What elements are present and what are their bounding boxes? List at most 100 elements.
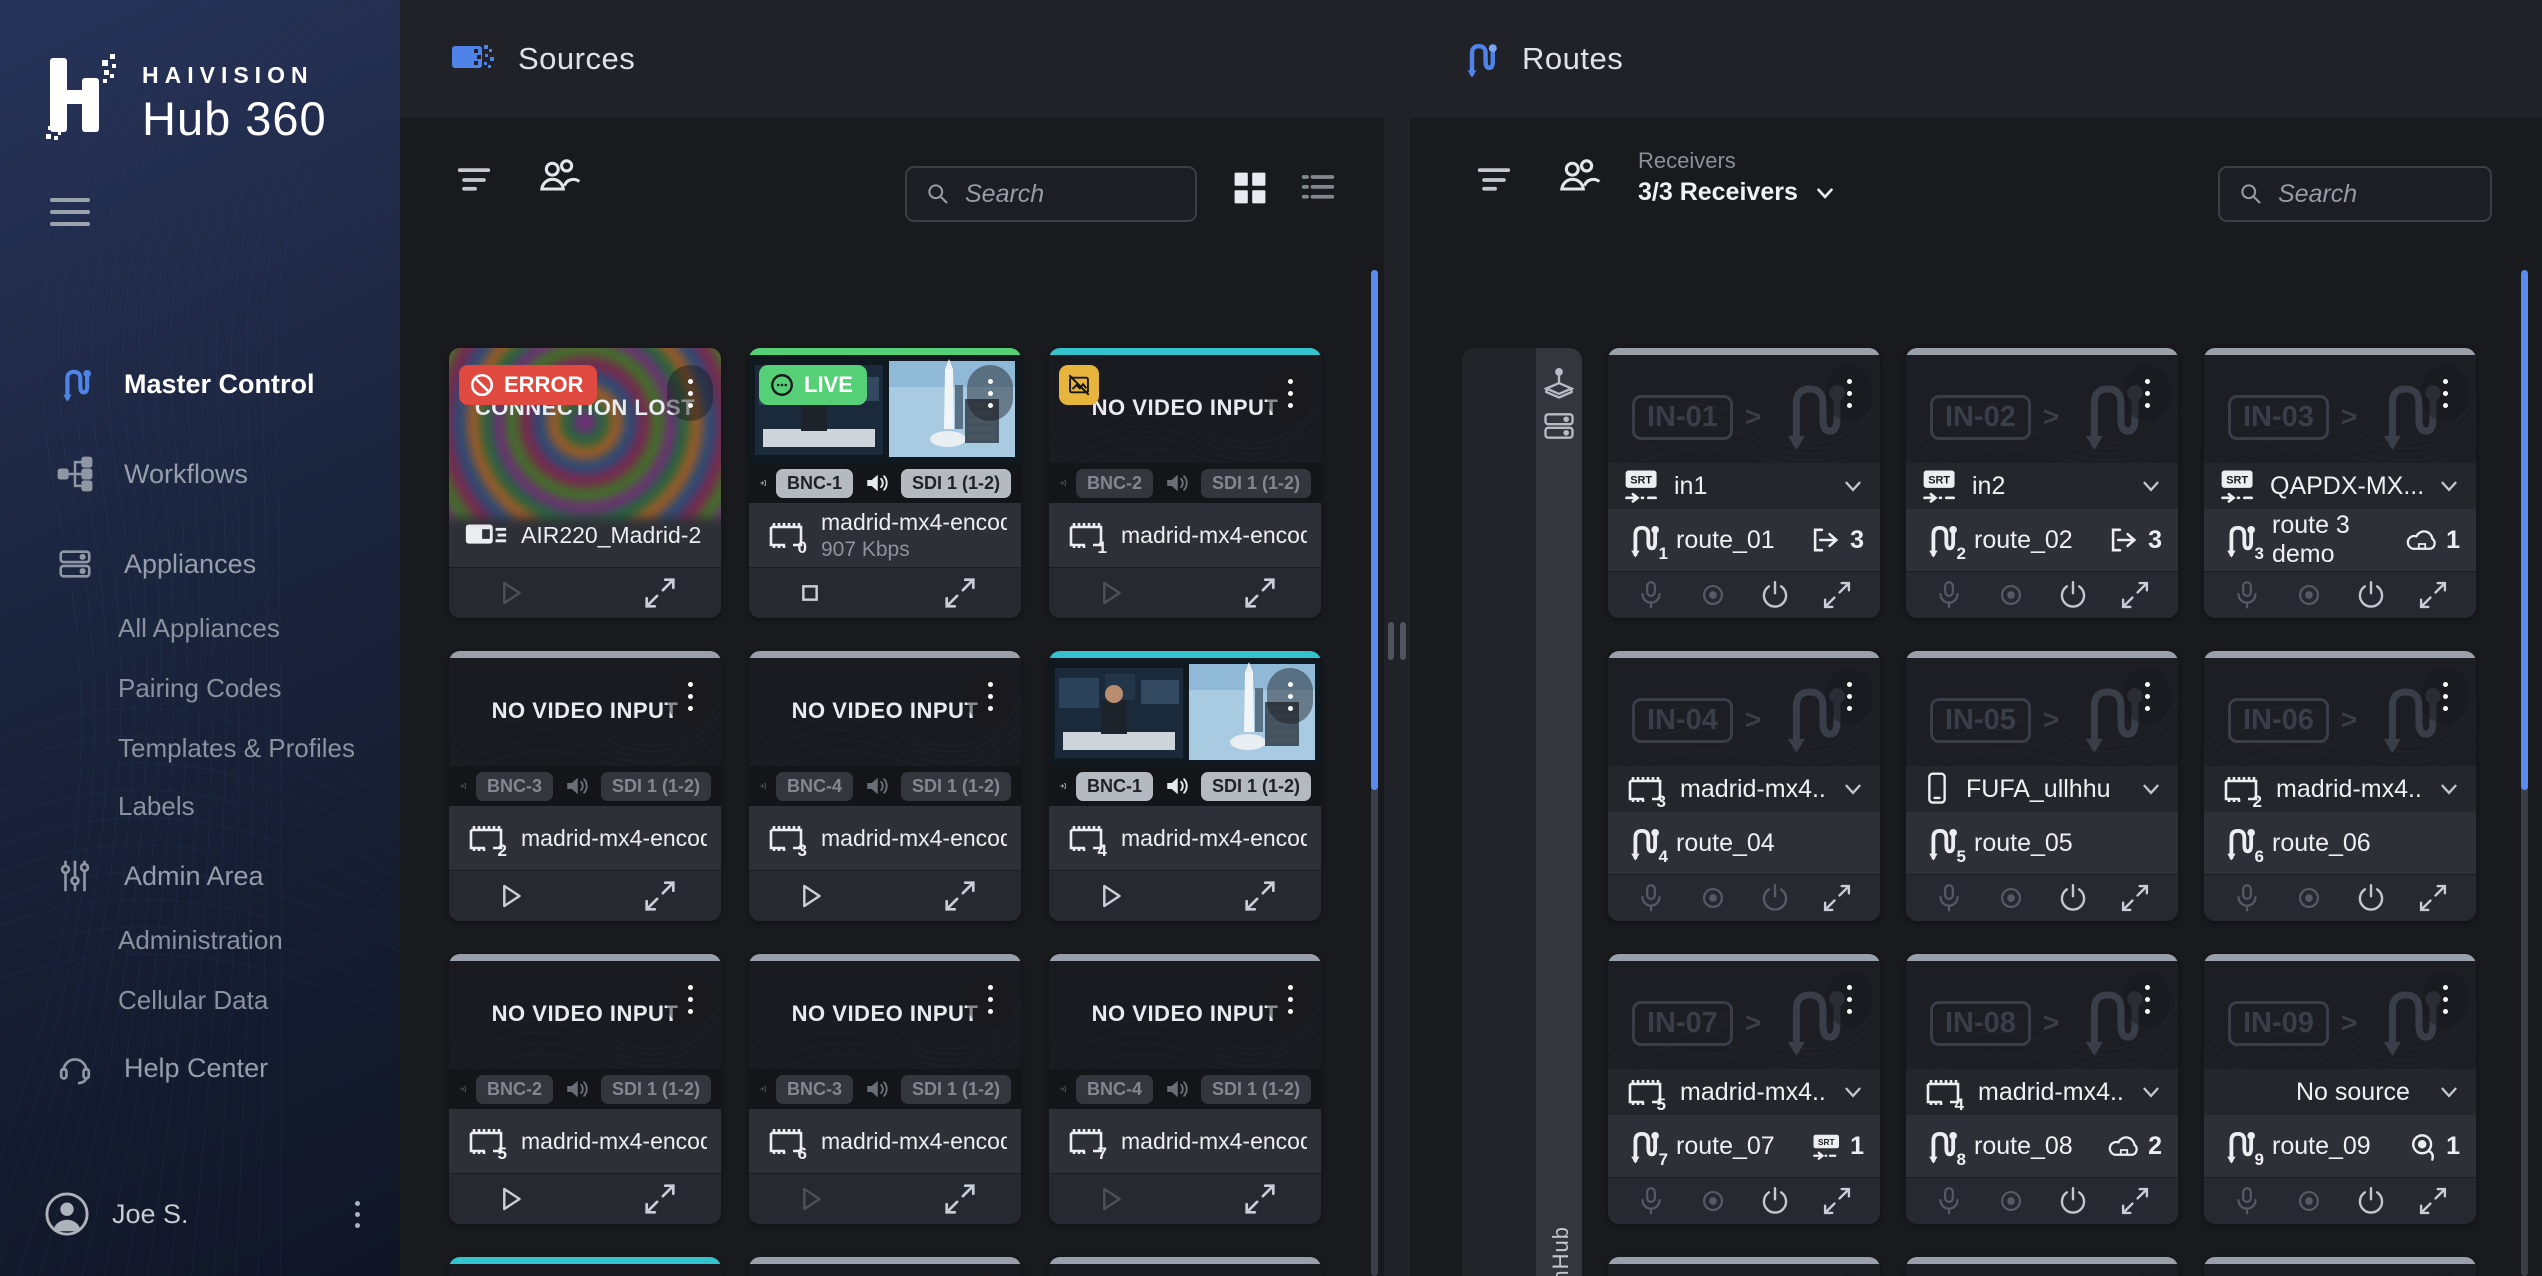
- card-menu-button[interactable]: [667, 668, 713, 724]
- mic-button[interactable]: [1932, 1184, 1966, 1218]
- source-selector[interactable]: 2 madrid-mx4...: [2204, 766, 2476, 812]
- card-menu-button[interactable]: [667, 971, 713, 1027]
- power-button[interactable]: [1758, 881, 1792, 915]
- expand-button[interactable]: [2118, 578, 2152, 612]
- grid-view-icon[interactable]: [1228, 166, 1272, 210]
- expand-button[interactable]: [941, 877, 979, 915]
- play-button[interactable]: [491, 1180, 529, 1218]
- source-card[interactable]: NO VIDEO INPUT BNC-3 SDI 1 (1-2) 6 madri…: [749, 954, 1021, 1224]
- power-button[interactable]: [2056, 1184, 2090, 1218]
- play-button[interactable]: [791, 877, 829, 915]
- route-card-partial[interactable]: [1608, 1257, 1880, 1276]
- sources-filter-icon[interactable]: [452, 158, 496, 202]
- source-selector[interactable]: No source: [2204, 1069, 2476, 1115]
- power-button[interactable]: [1758, 578, 1792, 612]
- play-button[interactable]: [1091, 574, 1129, 612]
- source-card-partial[interactable]: [749, 1257, 1021, 1276]
- power-button[interactable]: [2056, 881, 2090, 915]
- card-menu-button[interactable]: [1826, 971, 1872, 1027]
- record-button[interactable]: [1994, 1184, 2028, 1218]
- sidebar-item-help-center[interactable]: Help Center: [0, 1044, 400, 1092]
- chevron-down-icon[interactable]: [2138, 1079, 2164, 1105]
- chevron-down-icon[interactable]: [2436, 1079, 2462, 1105]
- record-button[interactable]: [1696, 578, 1730, 612]
- expand-button[interactable]: [1820, 578, 1854, 612]
- card-menu-button[interactable]: [967, 365, 1013, 421]
- route-card[interactable]: IN-09 > No source 9 route_091: [2204, 954, 2476, 1224]
- power-button[interactable]: [2056, 578, 2090, 612]
- mic-button[interactable]: [1634, 881, 1668, 915]
- mic-button[interactable]: [2230, 881, 2264, 915]
- mic-button[interactable]: [2230, 1184, 2264, 1218]
- card-menu-button[interactable]: [2422, 668, 2468, 724]
- expand-button[interactable]: [641, 877, 679, 915]
- routes-search-input[interactable]: [2278, 180, 2474, 209]
- server-icon[interactable]: [1541, 408, 1577, 444]
- stop-button[interactable]: [791, 574, 829, 612]
- record-button[interactable]: [2292, 881, 2326, 915]
- expand-button[interactable]: [1820, 1184, 1854, 1218]
- chevron-down-icon[interactable]: [2138, 473, 2164, 499]
- expand-button[interactable]: [1820, 881, 1854, 915]
- sidebar-item-cellular-data[interactable]: Cellular Data: [0, 976, 400, 1024]
- user-menu-button[interactable]: [351, 1197, 364, 1232]
- source-card[interactable]: NO VIDEO INPUT BNC-2 SDI 1 (1-2) 1 madri…: [1049, 348, 1321, 618]
- route-card[interactable]: IN-07 > 5 madrid-mx4... 7 route_07SRT1: [1608, 954, 1880, 1224]
- expand-button[interactable]: [2416, 1184, 2450, 1218]
- source-selector[interactable]: SRT in1: [1608, 463, 1880, 509]
- power-button[interactable]: [2354, 881, 2388, 915]
- expand-button[interactable]: [941, 1180, 979, 1218]
- record-button[interactable]: [1696, 881, 1730, 915]
- expand-button[interactable]: [2416, 881, 2450, 915]
- power-button[interactable]: [2354, 578, 2388, 612]
- route-card[interactable]: IN-02 > SRT in2 2 route_023: [1906, 348, 2178, 618]
- route-card[interactable]: IN-06 > 2 madrid-mx4... 6 route_06: [2204, 651, 2476, 921]
- card-menu-button[interactable]: [2124, 365, 2170, 421]
- chevron-down-icon[interactable]: [1840, 473, 1866, 499]
- power-button[interactable]: [1758, 1184, 1792, 1218]
- mic-button[interactable]: [1932, 881, 1966, 915]
- source-selector[interactable]: 5 madrid-mx4...: [1608, 1069, 1880, 1115]
- record-button[interactable]: [1994, 578, 2028, 612]
- card-menu-button[interactable]: [967, 971, 1013, 1027]
- record-button[interactable]: [1696, 1184, 1730, 1218]
- sidebar-item-templates-profiles[interactable]: Templates & Profiles: [0, 724, 400, 772]
- sidebar-item-workflows[interactable]: Workflows: [0, 450, 400, 498]
- sidebar-item-all-appliances[interactable]: All Appliances: [0, 604, 400, 652]
- card-menu-button[interactable]: [1267, 668, 1313, 724]
- expand-button[interactable]: [1241, 574, 1279, 612]
- route-card-partial[interactable]: [1906, 1257, 2178, 1276]
- mic-button[interactable]: [1634, 578, 1668, 612]
- play-button[interactable]: [491, 574, 529, 612]
- card-menu-button[interactable]: [1826, 365, 1872, 421]
- sidebar-item-administration[interactable]: Administration: [0, 916, 400, 964]
- chevron-down-icon[interactable]: [2436, 776, 2462, 802]
- play-button[interactable]: [791, 1180, 829, 1218]
- card-menu-button[interactable]: [2422, 365, 2468, 421]
- expand-button[interactable]: [1241, 1180, 1279, 1218]
- record-button[interactable]: [1994, 881, 2028, 915]
- routes-group-icon[interactable]: [1558, 156, 1602, 200]
- source-card[interactable]: NO VIDEO INPUT BNC-4 SDI 1 (1-2) 7 madri…: [1049, 954, 1321, 1224]
- divider-drag-handle[interactable]: [1388, 622, 1406, 660]
- play-button[interactable]: [1091, 877, 1129, 915]
- sidebar-item-master-control[interactable]: Master Control: [0, 360, 400, 408]
- card-menu-button[interactable]: [967, 668, 1013, 724]
- route-card[interactable]: IN-04 > 3 madrid-mx4... 4 route_04: [1608, 651, 1880, 921]
- mic-button[interactable]: [1634, 1184, 1668, 1218]
- source-card[interactable]: LIVE BNC-1 SDI 1 (1-2) 0 madrid-mx4-enco…: [749, 348, 1021, 618]
- sources-group-icon[interactable]: [538, 156, 582, 200]
- sidebar-item-appliances[interactable]: Appliances: [0, 540, 400, 588]
- stream-output-icon[interactable]: [1541, 366, 1577, 402]
- source-selector[interactable]: FUFA_ullhhu: [1906, 766, 2178, 812]
- card-menu-button[interactable]: [2124, 668, 2170, 724]
- record-button[interactable]: [2292, 578, 2326, 612]
- source-card[interactable]: CONNECTION LOST ERROR AIR220_Madrid-2: [449, 348, 721, 618]
- chevron-down-icon[interactable]: [2436, 473, 2462, 499]
- route-card-partial[interactable]: [2204, 1257, 2476, 1276]
- record-button[interactable]: [2292, 1184, 2326, 1218]
- mic-button[interactable]: [2230, 578, 2264, 612]
- card-menu-button[interactable]: [1267, 365, 1313, 421]
- expand-button[interactable]: [941, 574, 979, 612]
- source-card[interactable]: NO VIDEO INPUT BNC-3 SDI 1 (1-2) 2 madri…: [449, 651, 721, 921]
